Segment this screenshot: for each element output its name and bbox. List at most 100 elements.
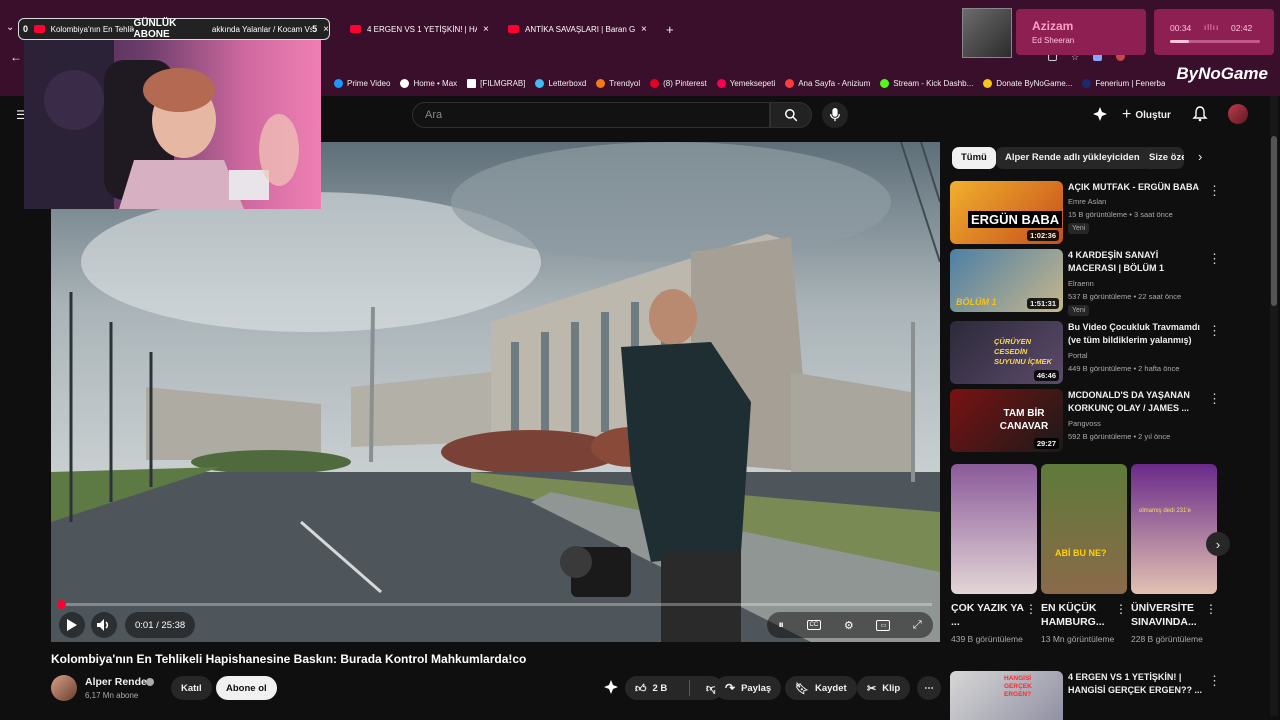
recommendation-item[interactable]: TAM BİR CANAVAR 29:27 MCDONALD'S DA YAŞA… — [950, 389, 1230, 453]
create-button[interactable]: + Oluştur — [1122, 106, 1171, 124]
autoplay-toggle-icon[interactable]: ⏸ — [778, 619, 784, 632]
tab-label: Kolombiya'nın En Tehlike — [50, 24, 134, 34]
recommendation-item[interactable]: BÖLÜM 1 1:51:31 4 KARDEŞİN SANAYİ MACERA… — [950, 249, 1230, 316]
close-tab-icon[interactable]: × — [641, 24, 647, 35]
more-vertical-icon[interactable]: ⋮ — [1208, 673, 1221, 689]
short-item[interactable]: ABİ BU NE? EN KÜÇÜK HAMBURG... 13 Mn gör… — [1041, 464, 1127, 658]
search-button[interactable] — [770, 102, 812, 128]
more-vertical-icon[interactable]: ⋮ — [1208, 183, 1221, 199]
fullscreen-icon[interactable]: ⤢ — [913, 619, 922, 632]
bookmark-favicon-icon — [535, 78, 545, 88]
tab-label: ANTİKA SAVAŞLARI | Baran Güv — [525, 24, 635, 34]
video-progress-track[interactable] — [57, 600, 932, 609]
video-scrubber-handle[interactable] — [57, 600, 66, 609]
video-player[interactable]: 0:01 / 25:38 ⏸ CC ⚙ ▭ ⤢ — [51, 142, 940, 642]
user-avatar[interactable] — [1228, 104, 1248, 124]
short-title: ÇOK YAZIK YA ... — [951, 602, 1024, 628]
close-tab-icon[interactable]: × — [323, 24, 329, 35]
miniplayer-icon[interactable]: ▭ — [876, 619, 891, 631]
recommendation-item[interactable]: ÇÜRÜYEN CESEDİN SUYUNU İÇMEK 46:46 Bu Vi… — [950, 321, 1230, 385]
bookmark[interactable]: Fenerium | Fenerba... — [1082, 78, 1165, 88]
more-vertical-icon[interactable]: ⋮ — [1025, 602, 1037, 616]
microphone-icon — [829, 108, 841, 122]
bookmark[interactable]: Home • Max — [400, 78, 457, 88]
overlay-count: 5 — [312, 24, 318, 34]
subtitles-icon[interactable]: CC — [806, 620, 822, 630]
channel-name[interactable]: Alper Rende — [85, 676, 147, 688]
overlay-banner: GÜNLÜK ABONE — [133, 18, 177, 40]
short-views: 228 B görüntüleme — [1131, 634, 1203, 644]
video-title: AÇIK MUTFAK - ERGÜN BABA — [1068, 182, 1199, 192]
video-thumbnail[interactable]: HANGİSİ GERÇEK ERGEN? — [950, 671, 1063, 720]
shorts-next-button[interactable]: › — [1206, 532, 1230, 556]
page-scrollbar[interactable] — [1270, 96, 1278, 716]
back-arrow-icon[interactable]: ← — [10, 50, 22, 64]
recommendation-item[interactable]: HANGİSİ GERÇEK ERGEN? 4 ERGEN VS 1 YETİŞ… — [950, 671, 1230, 720]
chip-all[interactable]: Tümü — [952, 147, 996, 169]
more-vertical-icon[interactable]: ⋮ — [1208, 391, 1221, 407]
thumbnail-text: BÖLÜM 1 — [956, 297, 997, 307]
song-artist: Ed Sheeran — [1032, 36, 1075, 45]
short-thumbnail[interactable]: olmamış dedi 231'e — [1131, 464, 1217, 594]
more-vertical-icon[interactable]: ⋮ — [1208, 251, 1221, 267]
overlay-suffix: akkında Yalanlar / Kocam Vs — [211, 24, 313, 34]
save-button[interactable]: 🔖︎ Kaydet — [785, 676, 857, 700]
elapsed-time: 00:34 — [1170, 23, 1192, 33]
new-tab-button[interactable]: + — [666, 22, 674, 37]
browser-tab-active[interactable]: 0 Kolombiya'nın En Tehlike GÜNLÜK ABONE … — [18, 18, 330, 40]
video-thumbnail[interactable]: TAM BİR CANAVAR 29:27 — [950, 389, 1063, 452]
bookmark-favicon-icon — [334, 78, 343, 88]
bookmark[interactable]: (8) Pinterest — [650, 78, 707, 88]
clip-button[interactable]: ✂ Klip — [857, 676, 911, 700]
settings-gear-icon[interactable]: ⚙ — [844, 619, 854, 632]
waveform-icon: ıllıı — [1204, 23, 1220, 32]
bookmark[interactable]: Stream - Kick Dashb... — [880, 78, 973, 88]
bookmark[interactable]: [FILMGRAB] — [467, 78, 525, 88]
short-item[interactable]: olmamış dedi 231'e ÜNİVERSİTE SINAVINDA.… — [1131, 464, 1217, 658]
time-display: 0:01 / 25:38 — [125, 612, 196, 638]
ask-ai-icon[interactable] — [603, 679, 619, 700]
thumbs-up-icon: 👍︎ — [635, 682, 647, 695]
short-item[interactable]: ÇOK YAZIK YA ... 439 B görüntüleme ⋮ — [951, 464, 1037, 658]
dislike-button[interactable]: 👎︎ — [696, 682, 717, 695]
search-input[interactable]: Ara — [412, 102, 770, 128]
channel-name: Portal — [1068, 351, 1088, 360]
song-progress-bar — [1170, 40, 1260, 43]
join-button[interactable]: Katıl — [171, 676, 212, 700]
subscribe-button[interactable]: Abone ol — [216, 676, 277, 700]
bookmark[interactable]: Letterboxd — [535, 78, 586, 88]
notifications-bell-icon[interactable] — [1192, 106, 1208, 122]
bookmark[interactable]: Yemeksepeti — [716, 78, 775, 88]
thumbnail-text: HANGİSİ GERÇEK ERGEN? — [1004, 675, 1032, 698]
play-button[interactable] — [59, 612, 85, 638]
tab-list-chevron-icon[interactable]: ⌄ — [6, 22, 14, 33]
video-thumbnail[interactable]: BÖLÜM 1 1:51:31 — [950, 249, 1063, 312]
bookmark[interactable]: Ana Sayfa - Anizium — [785, 78, 870, 88]
voice-search-button[interactable] — [822, 102, 848, 128]
video-thumbnail[interactable]: ERGÜN BABA 1:02:36 — [950, 181, 1063, 244]
close-tab-icon[interactable]: × — [483, 24, 489, 35]
more-vertical-icon[interactable]: ⋮ — [1208, 323, 1221, 339]
more-vertical-icon[interactable]: ⋮ — [1115, 602, 1127, 616]
chip-from-uploader[interactable]: Alper Rende adlı yükleyiciden — [996, 147, 1149, 169]
like-button[interactable]: 👍︎ 2 B — [625, 682, 683, 695]
scrollbar-thumb[interactable] — [1271, 136, 1277, 306]
chip-for-you[interactable]: Size öze — [1140, 147, 1184, 169]
channel-avatar[interactable] — [51, 675, 77, 701]
short-thumbnail[interactable]: ABİ BU NE? — [1041, 464, 1127, 594]
short-thumbnail[interactable] — [951, 464, 1037, 594]
share-button[interactable]: ↷ Paylaş — [715, 676, 782, 700]
more-vertical-icon[interactable]: ⋮ — [1205, 602, 1217, 616]
chips-next-chevron-icon[interactable]: › — [1198, 149, 1202, 164]
bookmark[interactable]: Prime Video — [334, 78, 390, 88]
gemini-icon[interactable] — [1092, 106, 1108, 122]
tab-label: 4 ERGEN VS 1 YETİŞKİN! | HANG — [367, 24, 477, 34]
video-thumbnail[interactable]: ÇÜRÜYEN CESEDİN SUYUNU İÇMEK 46:46 — [950, 321, 1063, 384]
bookmark[interactable]: Trendyol — [596, 78, 640, 88]
volume-button[interactable] — [91, 612, 117, 638]
recommendation-item[interactable]: ERGÜN BABA 1:02:36 AÇIK MUTFAK - ERGÜN B… — [950, 181, 1230, 245]
bookmark[interactable]: Donate ByNoGame... — [983, 78, 1072, 88]
browser-tab[interactable]: ANTİKA SAVAŞLARI | Baran Güv × — [508, 18, 654, 40]
browser-tab[interactable]: 4 ERGEN VS 1 YETİŞKİN! | HANG × — [350, 18, 492, 40]
more-actions-button[interactable]: ⋯ — [917, 676, 941, 700]
